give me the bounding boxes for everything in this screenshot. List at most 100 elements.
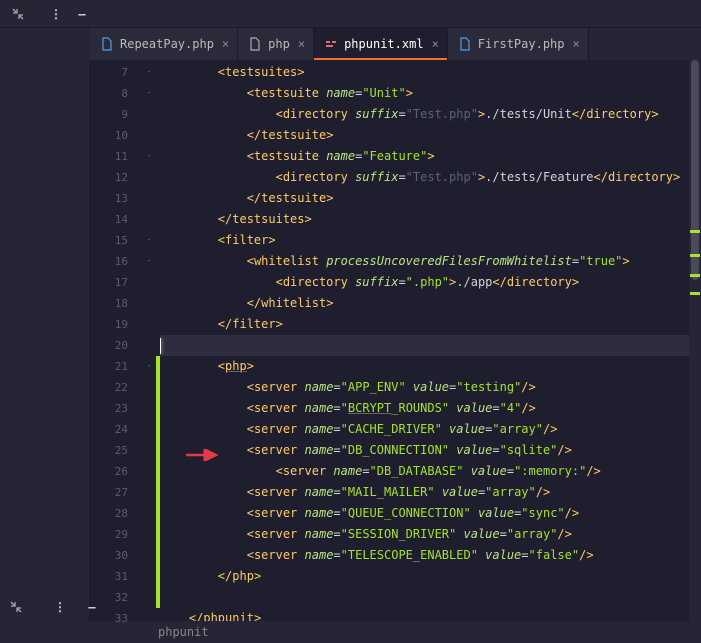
file-icon <box>324 37 338 51</box>
line-number: 16 <box>90 251 142 272</box>
line-number: 22 <box>90 377 142 398</box>
line-number: 12 <box>90 167 142 188</box>
fold-toggle <box>142 209 156 230</box>
code-line[interactable]: <server name="CACHE_DRIVER" value="array… <box>160 419 701 440</box>
fold-toggle[interactable]: - <box>142 251 156 272</box>
code-line[interactable]: <server name="TELESCOPE_ENABLED" value="… <box>160 545 701 566</box>
code-line[interactable]: <server name="BCRYPT_ROUNDS" value="4"/> <box>160 398 701 419</box>
line-number: 13 <box>90 188 142 209</box>
fold-toggle <box>142 461 156 482</box>
code-line[interactable]: </testsuites> <box>160 209 701 230</box>
fold-toggle[interactable]: - <box>142 230 156 251</box>
code-line[interactable]: <directory suffix=".php">./app</director… <box>160 272 701 293</box>
scroll-marker[interactable] <box>690 254 700 257</box>
fold-toggle <box>142 524 156 545</box>
fold-toggle <box>142 272 156 293</box>
fold-toggle <box>142 125 156 146</box>
minimize-icon[interactable]: — <box>82 597 102 617</box>
fold-gutter[interactable]: ------ <box>142 60 156 621</box>
fold-toggle <box>142 188 156 209</box>
line-number: 11 <box>90 146 142 167</box>
fold-toggle <box>142 503 156 524</box>
more-icon[interactable]: ⋮ <box>50 597 70 617</box>
more-icon[interactable]: ⋮ <box>46 4 66 24</box>
fold-toggle[interactable]: - <box>142 83 156 104</box>
line-number: 30 <box>90 545 142 566</box>
line-number: 19 <box>90 314 142 335</box>
fold-toggle <box>142 419 156 440</box>
code-line[interactable]: </filter> <box>160 314 701 335</box>
vertical-scrollbar[interactable] <box>689 60 701 621</box>
code-line[interactable]: <server name="DB_DATABASE" value=":memor… <box>160 461 701 482</box>
annotation-arrow-icon <box>186 449 222 461</box>
code-line[interactable]: </php> <box>160 566 701 587</box>
line-number: 18 <box>90 293 142 314</box>
line-number: 20 <box>90 335 142 356</box>
code-line[interactable]: <server name="QUEUE_CONNECTION" value="s… <box>160 503 701 524</box>
tab-label: FirstPay.php <box>478 37 565 51</box>
code-line[interactable]: <testsuite name="Feature"> <box>160 146 701 167</box>
collapse-icon[interactable] <box>6 597 26 617</box>
line-number: 15 <box>90 230 142 251</box>
code-line[interactable] <box>160 335 701 356</box>
line-number: 17 <box>90 272 142 293</box>
code-line[interactable]: <server name="SESSION_DRIVER" value="arr… <box>160 524 701 545</box>
code-line[interactable] <box>160 587 701 608</box>
line-number-gutter: 7891011121314151617181920212223242526272… <box>90 60 142 621</box>
code-line[interactable]: </testsuite> <box>160 188 701 209</box>
code-line[interactable]: </phpunit> <box>160 608 701 621</box>
code-line[interactable]: <php> <box>160 356 701 377</box>
code-line[interactable]: <whitelist processUncoveredFilesFromWhit… <box>160 251 701 272</box>
editor-tabs: RepeatPay.php×php×phpunit.xml×FirstPay.p… <box>0 28 701 60</box>
tab-label: RepeatPay.php <box>120 37 214 51</box>
window-toolbar: ⋮ — <box>0 0 701 28</box>
close-icon[interactable]: × <box>298 37 305 51</box>
line-number: 23 <box>90 398 142 419</box>
code-line[interactable]: <filter> <box>160 230 701 251</box>
code-line[interactable]: </testsuite> <box>160 125 701 146</box>
code-line[interactable]: <server name="MAIL_MAILER" value="array"… <box>160 482 701 503</box>
breadcrumb[interactable]: phpunit <box>158 625 209 639</box>
collapse-icon[interactable] <box>8 4 28 24</box>
editor: ⋮ — 789101112131415161718192021222324252… <box>0 60 701 621</box>
line-number: 7 <box>90 62 142 83</box>
tab-label: phpunit.xml <box>344 37 423 51</box>
close-icon[interactable]: × <box>432 37 439 51</box>
code-line[interactable]: <server name="APP_ENV" value="testing"/> <box>160 377 701 398</box>
code-area[interactable]: <testsuites> <testsuite name="Unit"> <di… <box>160 60 701 621</box>
fold-toggle <box>142 398 156 419</box>
fold-toggle <box>142 566 156 587</box>
code-line[interactable]: <server name="DB_CONNECTION" value="sqli… <box>160 440 701 461</box>
tab-php[interactable]: php× <box>238 28 314 60</box>
line-number: 26 <box>90 461 142 482</box>
close-icon[interactable]: × <box>222 37 229 51</box>
minimize-icon[interactable]: — <box>72 4 92 24</box>
fold-toggle[interactable]: - <box>142 356 156 377</box>
code-line[interactable]: <directory suffix="Test.php">./tests/Fea… <box>160 167 701 188</box>
fold-toggle <box>142 545 156 566</box>
code-line[interactable]: </whitelist> <box>160 293 701 314</box>
fold-toggle <box>142 608 156 629</box>
code-line[interactable]: <directory suffix="Test.php">./tests/Uni… <box>160 104 701 125</box>
scroll-marker[interactable] <box>690 230 700 233</box>
line-number: 8 <box>90 83 142 104</box>
tab-repeatpay-php[interactable]: RepeatPay.php × <box>90 28 238 60</box>
fold-toggle[interactable]: - <box>142 62 156 83</box>
fold-toggle[interactable]: - <box>142 146 156 167</box>
code-line[interactable]: <testsuite name="Unit"> <box>160 83 701 104</box>
line-number: 27 <box>90 482 142 503</box>
fold-toggle <box>142 377 156 398</box>
scroll-marker[interactable] <box>690 292 700 295</box>
fold-toggle <box>142 104 156 125</box>
code-line[interactable]: <testsuites> <box>160 62 701 83</box>
line-number: 9 <box>90 104 142 125</box>
tab-phpunit-xml[interactable]: phpunit.xml × <box>314 28 448 60</box>
line-number: 28 <box>90 503 142 524</box>
fold-toggle <box>142 314 156 335</box>
scrollbar-thumb[interactable] <box>691 60 699 280</box>
tab-firstpay-php[interactable]: FirstPay.php × <box>448 28 589 60</box>
fold-toggle <box>142 587 156 608</box>
fold-toggle <box>142 335 156 356</box>
close-icon[interactable]: × <box>573 37 580 51</box>
scroll-marker[interactable] <box>690 274 700 277</box>
